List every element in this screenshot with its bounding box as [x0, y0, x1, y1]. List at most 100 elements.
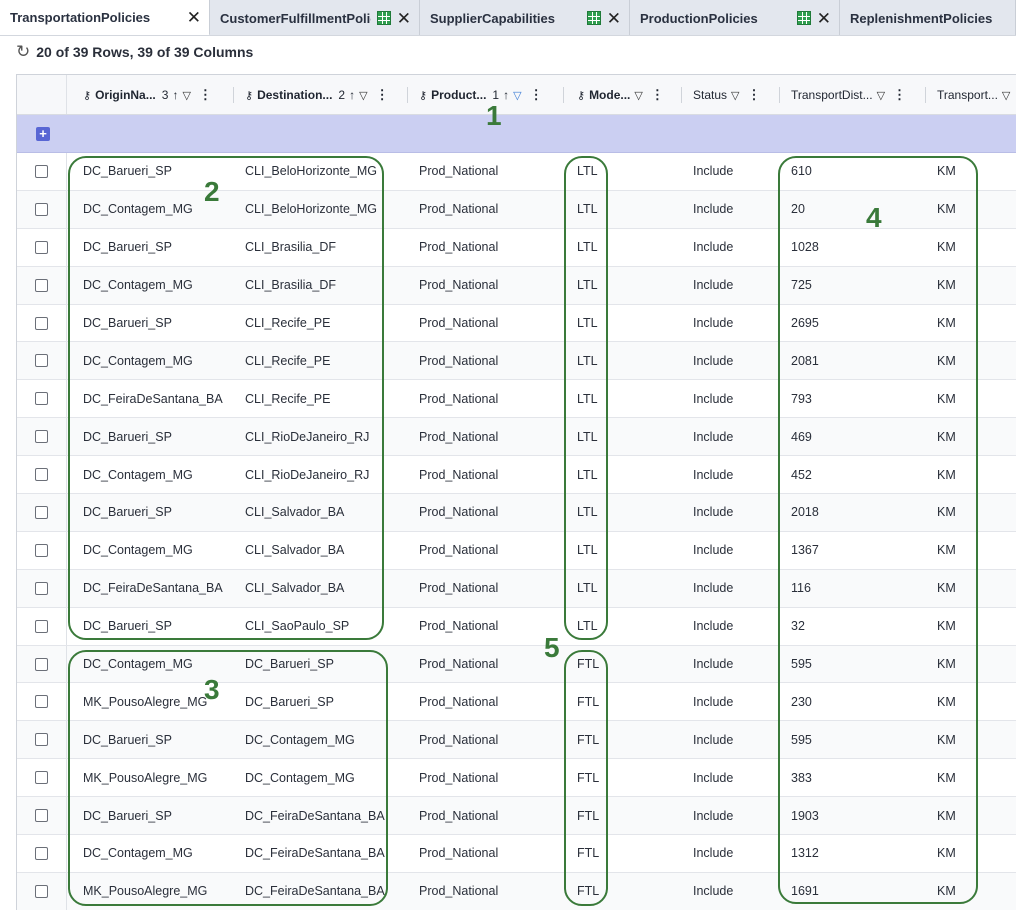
table-cell[interactable]: 383	[791, 759, 812, 796]
table-cell[interactable]: DC_Contagem_MG	[83, 646, 193, 683]
table-cell[interactable]: 452	[791, 456, 812, 493]
table-cell[interactable]: Prod_National	[419, 494, 498, 531]
tab-1[interactable]: TransportationPolicies ✕	[0, 0, 210, 35]
table-cell[interactable]: CLI_Salvador_BA	[245, 532, 344, 569]
table-cell[interactable]: DC_Barueri_SP	[83, 721, 172, 758]
table-row[interactable]: DC_FeiraDeSantana_BA CLI_Salvador_BA Prod_…	[17, 569, 1016, 608]
refresh-icon[interactable]: ↻	[16, 42, 30, 62]
table-row[interactable]: DC_Barueri_SP CLI_SaoPaulo_SP Prod_Nationa…	[17, 607, 1016, 646]
table-cell[interactable]: Include	[693, 456, 733, 493]
table-cell[interactable]: 1312	[791, 835, 819, 872]
table-row[interactable]: DC_Contagem_MG CLI_Brasilia_DF Prod_Nation…	[17, 266, 1016, 305]
table-cell[interactable]: LTL	[577, 267, 598, 304]
table-cell[interactable]: KM	[937, 153, 956, 190]
filter-icon[interactable]: ▽	[877, 89, 885, 102]
table-cell[interactable]: 1028	[791, 229, 819, 266]
table-cell[interactable]: DC_Contagem_MG	[83, 267, 193, 304]
table-cell[interactable]: Prod_National	[419, 456, 498, 493]
close-icon[interactable]: ✕	[187, 9, 201, 26]
table-cell[interactable]: DC_Barueri_SP	[245, 646, 334, 683]
table-cell[interactable]: CLI_Recife_PE	[245, 380, 330, 417]
table-cell[interactable]: CLI_Salvador_BA	[245, 494, 344, 531]
row-checkbox[interactable]	[35, 847, 48, 861]
table-row[interactable]: DC_Barueri_SP DC_Contagem_MG Prod_National…	[17, 721, 1016, 760]
column-header-3[interactable]: ⚷ Product... 1 ↑ ▽ ⋮	[419, 75, 543, 115]
table-cell[interactable]: CLI_BeloHorizonte_MG	[245, 153, 377, 190]
table-row[interactable]: MK_PousoAlegre_MG DC_Barueri_SP Prod_Natio…	[17, 683, 1016, 722]
table-cell[interactable]: DC_Barueri_SP	[83, 608, 172, 645]
column-menu-icon[interactable]: ⋮	[651, 87, 664, 103]
column-menu-icon[interactable]: ⋮	[748, 87, 761, 103]
row-checkbox[interactable]	[35, 506, 48, 520]
table-cell[interactable]: DC_Barueri_SP	[83, 494, 172, 531]
table-cell[interactable]: LTL	[577, 380, 598, 417]
row-checkbox[interactable]	[35, 733, 48, 747]
row-checkbox[interactable]	[35, 430, 48, 444]
table-cell[interactable]: Prod_National	[419, 532, 498, 569]
table-cell[interactable]: 793	[791, 380, 812, 417]
table-cell[interactable]: Include	[693, 191, 733, 228]
table-cell[interactable]: KM	[937, 342, 956, 379]
table-cell[interactable]: MK_PousoAlegre_MG	[83, 683, 207, 720]
row-checkbox[interactable]	[35, 771, 48, 785]
table-cell[interactable]: CLI_RioDeJaneiro_RJ	[245, 456, 369, 493]
table-cell[interactable]: Include	[693, 494, 733, 531]
column-menu-icon[interactable]: ⋮	[376, 87, 389, 103]
table-cell[interactable]: DC_Contagem_MG	[83, 532, 193, 569]
table-cell[interactable]: 1367	[791, 532, 819, 569]
table-cell[interactable]: 2695	[791, 305, 819, 342]
table-row[interactable]: DC_Contagem_MG DC_Barueri_SP Prod_National…	[17, 645, 1016, 684]
row-checkbox[interactable]	[35, 165, 48, 178]
table-cell[interactable]: DC_FeiraDeSantana_BA	[83, 380, 223, 417]
grid-icon[interactable]	[376, 11, 391, 25]
row-checkbox[interactable]	[35, 884, 48, 898]
table-row[interactable]: DC_Barueri_SP CLI_Salvador_BA Prod_Nationa…	[17, 494, 1016, 532]
table-cell[interactable]: 725	[791, 267, 812, 304]
table-cell[interactable]: DC_Barueri_SP	[83, 229, 172, 266]
table-cell[interactable]: KM	[937, 608, 956, 645]
table-row[interactable]: DC_Contagem_MG CLI_Salvador_BA Prod_Nation…	[17, 531, 1016, 570]
table-row[interactable]: DC_FeiraDeSantana_BA CLI_Recife_PE Prod_Na…	[17, 380, 1016, 419]
column-header-2[interactable]: ⚷ Destination... 2 ↑ ▽ ⋮	[245, 75, 389, 115]
table-cell[interactable]: FTL	[577, 759, 599, 796]
table-cell[interactable]: Include	[693, 342, 733, 379]
tab-4[interactable]: ProductionPolicies ✕	[630, 0, 840, 35]
table-cell[interactable]: KM	[937, 418, 956, 455]
table-cell[interactable]: KM	[937, 532, 956, 569]
row-checkbox[interactable]	[35, 581, 48, 595]
table-cell[interactable]: Include	[693, 380, 733, 417]
table-cell[interactable]: Prod_National	[419, 229, 498, 266]
table-cell[interactable]: MK_PousoAlegre_MG	[83, 759, 207, 796]
table-cell[interactable]: DC_Barueri_SP	[245, 683, 334, 720]
filter-icon[interactable]: ▽	[513, 89, 521, 102]
table-cell[interactable]: KM	[937, 456, 956, 493]
column-separator[interactable]	[681, 87, 682, 103]
column-separator[interactable]	[925, 87, 926, 103]
filter-icon[interactable]: ▽	[634, 89, 642, 102]
table-cell[interactable]: Prod_National	[419, 153, 498, 190]
tab-5[interactable]: ReplenishmentPolicies	[840, 0, 1016, 35]
table-row[interactable]: DC_Barueri_SP CLI_Brasilia_DF Prod_Nationa…	[17, 228, 1016, 267]
table-cell[interactable]: Include	[693, 759, 733, 796]
table-cell[interactable]: Prod_National	[419, 305, 498, 342]
table-cell[interactable]: Prod_National	[419, 873, 498, 910]
column-menu-icon[interactable]: ⋮	[530, 87, 543, 103]
table-cell[interactable]: 230	[791, 683, 812, 720]
table-cell[interactable]: Prod_National	[419, 191, 498, 228]
table-cell[interactable]: Prod_National	[419, 759, 498, 796]
column-separator[interactable]	[233, 87, 234, 103]
table-cell[interactable]: KM	[937, 191, 956, 228]
table-cell[interactable]: DC_Contagem_MG	[83, 456, 193, 493]
table-cell[interactable]: Prod_National	[419, 608, 498, 645]
table-cell[interactable]: 469	[791, 418, 812, 455]
table-cell[interactable]: LTL	[577, 342, 598, 379]
table-cell[interactable]: Include	[693, 835, 733, 872]
table-cell[interactable]: KM	[937, 380, 956, 417]
row-checkbox[interactable]	[35, 278, 48, 292]
table-cell[interactable]: KM	[937, 570, 956, 607]
table-cell[interactable]: Prod_National	[419, 267, 498, 304]
table-cell[interactable]: KM	[937, 683, 956, 720]
column-header-6[interactable]: TransportDist... ▽ ⋮	[791, 75, 906, 115]
table-cell[interactable]: DC_Contagem_MG	[245, 721, 355, 758]
table-row[interactable]: DC_Contagem_MG CLI_RioDeJaneiro_RJ Prod_Na…	[17, 456, 1016, 495]
